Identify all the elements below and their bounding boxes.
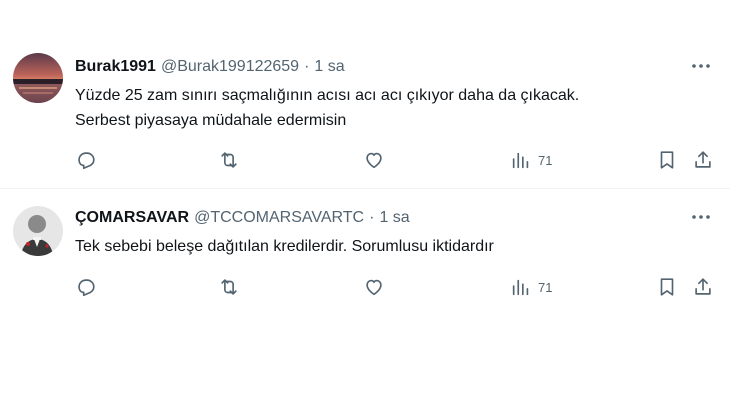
more-options-button[interactable] [690, 207, 712, 227]
retweet-icon [221, 279, 237, 295]
tweet-header: ÇOMARSAVAR @TCCOMARSAVARTC · 1 sa [75, 209, 410, 227]
view-count: 71 [538, 152, 553, 168]
timestamp[interactable]: 1 sa [314, 58, 344, 76]
separator: · [369, 209, 375, 226]
share-button[interactable] [692, 148, 714, 172]
share-button[interactable] [692, 275, 714, 299]
timestamp[interactable]: 1 sa [379, 209, 409, 227]
reply-feed: Burak1991 @Burak199122659 · 1 sa Yüzde 2… [0, 0, 730, 420]
separator: · [304, 58, 310, 75]
retweet-icon [221, 152, 237, 168]
retweet-button[interactable] [218, 275, 240, 299]
views-button[interactable]: 71 [510, 275, 552, 299]
tweet-text: Yüzde 25 zam sınırı saçmalığının acısı a… [75, 83, 695, 133]
like-icon [366, 152, 382, 169]
reply-icon [78, 152, 95, 170]
bookmark-icon [660, 278, 674, 296]
avatar[interactable] [13, 53, 63, 103]
like-button[interactable] [363, 148, 385, 172]
action-bar: 71 [0, 148, 730, 172]
user-handle[interactable]: @Burak199122659 [161, 58, 299, 76]
display-name[interactable]: Burak1991 [75, 58, 156, 76]
reply-button[interactable] [75, 148, 97, 172]
tweet-text-line: Yüzde 25 zam sınırı saçmalığının acısı a… [75, 87, 580, 104]
tweet-text-line: Serbest piyasaya müdahale edermisin [75, 112, 347, 129]
avatar[interactable] [13, 206, 63, 256]
like-icon [366, 279, 382, 296]
bookmark-icon [660, 151, 674, 169]
more-icon [692, 64, 710, 68]
bookmark-button[interactable] [656, 148, 678, 172]
portrait-avatar [13, 206, 63, 256]
views-icon [512, 279, 529, 296]
tweet[interactable]: Burak1991 @Burak199122659 · 1 sa Yüzde 2… [0, 42, 730, 188]
tweet[interactable]: ÇOMARSAVAR @TCCOMARSAVARTC · 1 sa Tek se… [0, 190, 730, 320]
views-icon [512, 152, 529, 169]
reply-icon [78, 279, 95, 297]
display-name[interactable]: ÇOMARSAVAR [75, 209, 189, 227]
bookmark-button[interactable] [656, 275, 678, 299]
like-button[interactable] [363, 275, 385, 299]
user-handle[interactable]: @TCCOMARSAVARTC [194, 209, 364, 227]
action-bar: 71 [0, 275, 730, 299]
retweet-button[interactable] [218, 148, 240, 172]
more-options-button[interactable] [690, 56, 712, 76]
tweet-header: Burak1991 @Burak199122659 · 1 sa [75, 58, 345, 76]
share-icon [695, 151, 711, 168]
sunset-landscape-avatar [13, 53, 63, 103]
view-count: 71 [538, 279, 553, 295]
divider [0, 188, 730, 189]
views-button[interactable]: 71 [510, 148, 552, 172]
more-icon [692, 215, 710, 219]
tweet-text: Tek sebebi beleşe dağıtılan kredilerdir.… [75, 234, 695, 259]
tweet-text-line: Tek sebebi beleşe dağıtılan kredilerdir.… [75, 238, 494, 255]
share-icon [695, 278, 711, 295]
reply-button[interactable] [75, 275, 97, 299]
